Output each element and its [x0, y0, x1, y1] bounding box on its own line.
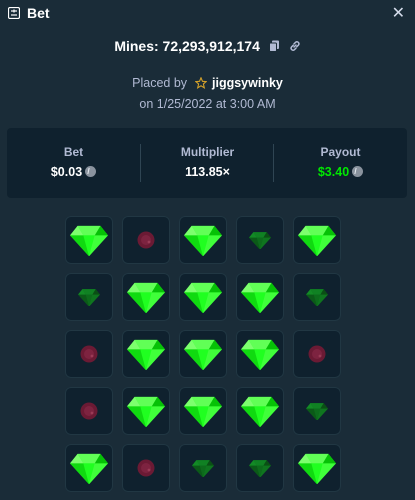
mine-tile[interactable]: [65, 387, 113, 435]
gem-icon: [70, 453, 108, 485]
gem-icon: [184, 396, 222, 428]
gem-tile[interactable]: [122, 330, 170, 378]
gem-icon: [306, 288, 328, 307]
close-icon[interactable]: ✕: [392, 3, 405, 23]
window-title: Bet: [27, 5, 50, 21]
gem-icon: [298, 453, 336, 485]
gem-icon: [184, 225, 222, 257]
gem-tile[interactable]: [65, 216, 113, 264]
gem-icon: [184, 339, 222, 371]
gem-icon: [298, 225, 336, 257]
gem-icon: [184, 282, 222, 314]
mine-tile[interactable]: [65, 330, 113, 378]
stats-panel: Bet $0.03 Multiplier 113.85× Payout $3.4…: [7, 128, 407, 198]
star-icon: [194, 77, 207, 89]
stat-bet-value-row: $0.03: [7, 165, 140, 179]
gem-icon: [192, 459, 214, 478]
mines-id-text: Mines: 72,293,912,174: [114, 38, 260, 54]
gem-icon: [306, 402, 328, 421]
gem-tile[interactable]: [122, 273, 170, 321]
gem-tile-unrevealed[interactable]: [236, 216, 284, 264]
gem-tile[interactable]: [236, 330, 284, 378]
mine-icon: [137, 231, 155, 249]
gem-tile[interactable]: [236, 387, 284, 435]
gem-tile[interactable]: [236, 273, 284, 321]
bet-id-row: Mines: 72,293,912,174: [0, 38, 415, 54]
gem-tile[interactable]: [293, 216, 341, 264]
gem-icon: [127, 396, 165, 428]
bet-slip-icon: [8, 7, 20, 19]
gem-icon: [127, 282, 165, 314]
gem-tile-unrevealed[interactable]: [293, 273, 341, 321]
gem-tile-unrevealed[interactable]: [179, 444, 227, 492]
gem-tile[interactable]: [65, 444, 113, 492]
gem-tile[interactable]: [179, 387, 227, 435]
gem-icon: [127, 339, 165, 371]
stat-multiplier-value: 113.85×: [185, 165, 230, 179]
gem-icon: [78, 288, 100, 307]
gem-icon: [249, 231, 271, 250]
mine-tile[interactable]: [122, 216, 170, 264]
window-header: Bet ✕: [0, 0, 415, 26]
stat-multiplier-label: Multiplier: [180, 145, 235, 159]
gem-tile-unrevealed[interactable]: [65, 273, 113, 321]
gem-icon: [241, 282, 279, 314]
gem-tile[interactable]: [179, 273, 227, 321]
gem-tile[interactable]: [122, 387, 170, 435]
mine-tile[interactable]: [122, 444, 170, 492]
mine-icon: [137, 459, 155, 477]
gem-tile-unrevealed[interactable]: [293, 387, 341, 435]
stat-multiplier: Multiplier 113.85×: [141, 128, 274, 198]
litecoin-icon: [85, 166, 97, 177]
placed-by-row: Placed by jiggsywinky: [0, 76, 415, 90]
mine-icon: [308, 345, 326, 363]
gem-icon: [241, 396, 279, 428]
gem-tile[interactable]: [179, 216, 227, 264]
gem-tile-unrevealed[interactable]: [236, 444, 284, 492]
gem-tile[interactable]: [293, 444, 341, 492]
litecoin-icon: [352, 166, 364, 177]
gem-icon: [249, 459, 271, 478]
gem-icon: [241, 339, 279, 371]
stat-payout-value-row: $3.40: [274, 165, 407, 179]
mine-icon: [80, 345, 98, 363]
mine-tile[interactable]: [293, 330, 341, 378]
username-link[interactable]: jiggsywinky: [212, 76, 283, 90]
stat-payout: Payout $3.40: [274, 128, 407, 198]
stat-bet-value: $0.03: [50, 165, 83, 179]
stat-bet: Bet $0.03: [7, 128, 140, 198]
gem-tile[interactable]: [179, 330, 227, 378]
gem-icon: [70, 225, 108, 257]
placed-by-label: Placed by: [132, 76, 188, 90]
bet-date: on 1/25/2022 at 3:00 AM: [139, 97, 276, 111]
copy-icon[interactable]: [268, 40, 280, 52]
stat-bet-label: Bet: [63, 145, 84, 159]
mine-icon: [80, 402, 98, 420]
stat-payout-value: $3.40: [317, 165, 350, 179]
link-icon[interactable]: [289, 40, 301, 52]
stat-payout-label: Payout: [320, 145, 361, 159]
